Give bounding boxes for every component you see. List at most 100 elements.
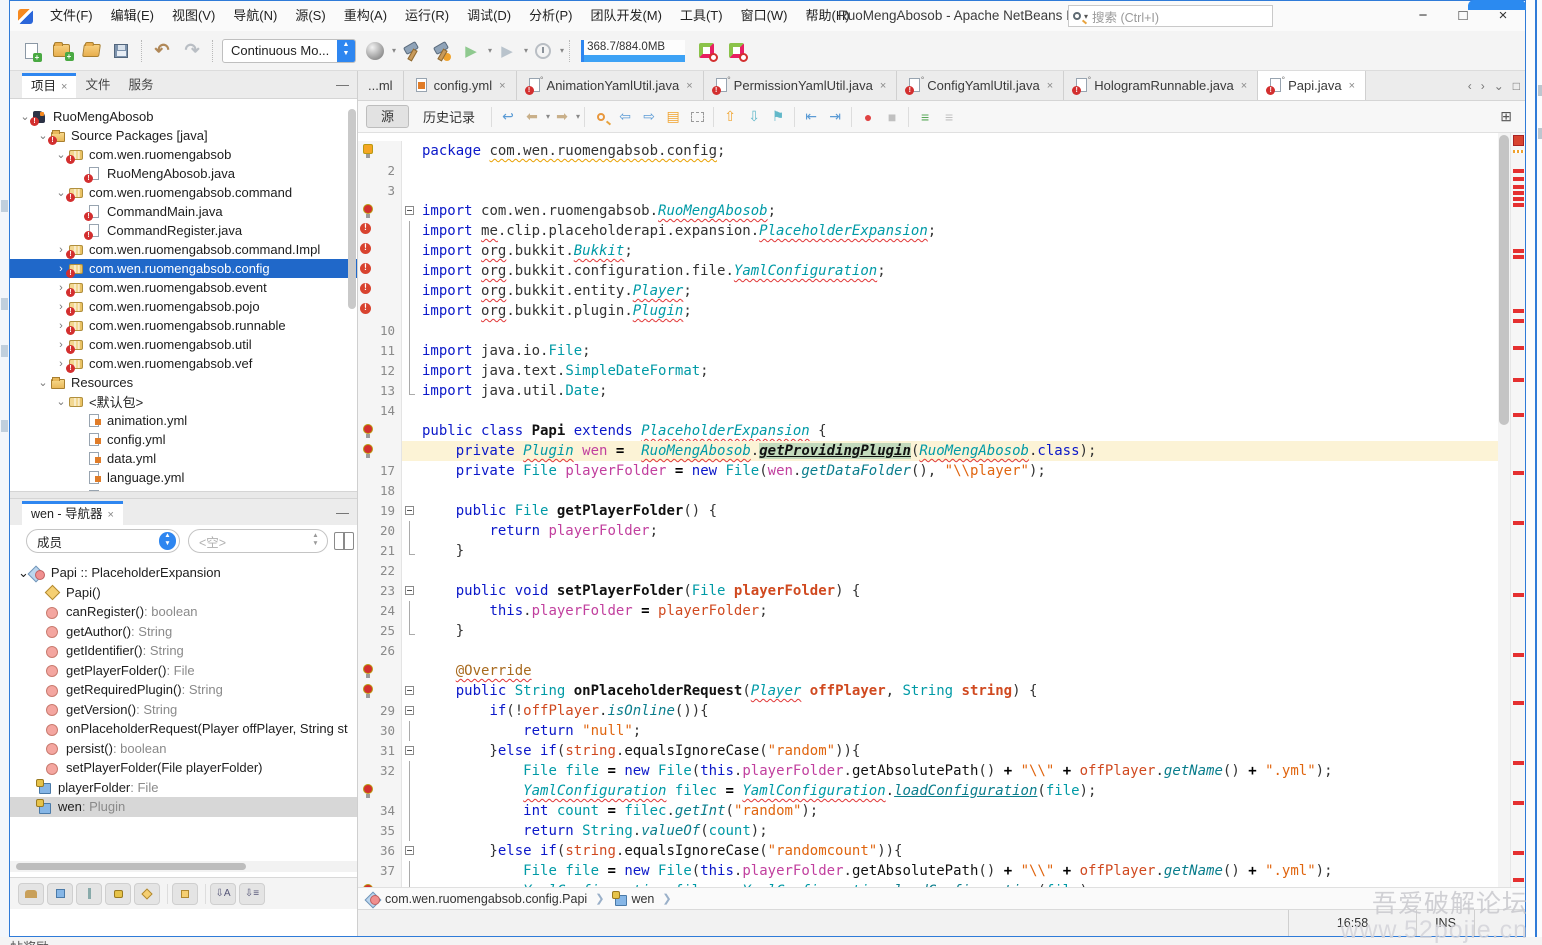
error-stripe-mark[interactable]	[1513, 701, 1524, 705]
error-stripe-mark[interactable]	[1513, 653, 1524, 657]
error-stripe-mark[interactable]	[1513, 185, 1524, 189]
gutter-cell[interactable]: 24	[358, 601, 402, 621]
hint-error-gutter-icon[interactable]	[361, 444, 374, 457]
show-static-members-button[interactable]	[76, 883, 102, 905]
set-configuration-button[interactable]	[361, 37, 389, 65]
error-stripe-mark[interactable]	[1513, 521, 1524, 525]
error-stripe-mark[interactable]	[1513, 413, 1524, 417]
gutter-cell[interactable]: 21	[358, 541, 402, 561]
tree-item[interactable]: ⌄!RuoMengAbosob	[10, 107, 357, 126]
code-line[interactable]: 22	[358, 561, 1498, 581]
navigator-item[interactable]: persist() : boolean	[10, 739, 357, 759]
code-line[interactable]: !import org.bukkit.configuration.file.Ya…	[358, 261, 1498, 281]
code-line[interactable]: 3	[358, 181, 1498, 201]
navigator-item[interactable]: wen : Plugin	[10, 797, 357, 817]
navigator-item[interactable]: playerFolder : File	[10, 778, 357, 798]
minimize-panel-icon[interactable]: —	[336, 505, 349, 520]
code-line[interactable]: 31 }else if(string.equalsIgnoreCase("ran…	[358, 741, 1498, 761]
open-project-button[interactable]	[77, 37, 105, 65]
hint-error-gutter-icon[interactable]	[361, 204, 374, 217]
gutter-cell[interactable]: 30	[358, 721, 402, 741]
fold-collapse-icon[interactable]	[405, 846, 414, 855]
error-stripe-mark[interactable]	[1513, 177, 1524, 181]
show-fields-button[interactable]	[47, 883, 73, 905]
navigator-item[interactable]: onPlaceholderRequest(Player offPlayer, S…	[10, 719, 357, 739]
forward-button[interactable]: ➡	[550, 105, 574, 129]
back-button[interactable]: ⬅	[520, 105, 544, 129]
navigator-inherit-select[interactable]: <空> ▲▼	[188, 529, 328, 553]
menu-item[interactable]: 团队开发(M)	[581, 1, 671, 31]
tree-item[interactable]: ›!com.wen.ruomengabsob.command.Impl	[10, 240, 357, 259]
tree-item[interactable]: !RuoMengAbosob.java	[10, 164, 357, 183]
navigator-view-select[interactable]: 成员 ▲▼	[26, 529, 180, 553]
toggle-highlight-button[interactable]: ▤	[661, 105, 685, 129]
gutter-cell[interactable]	[358, 681, 402, 701]
tree-item[interactable]: !CommandMain.java	[10, 202, 357, 221]
chevron-down-icon[interactable]: ▾	[524, 46, 528, 55]
gutter-cell[interactable]: 34	[358, 801, 402, 821]
fold-collapse-icon[interactable]	[405, 746, 414, 755]
comment-button[interactable]: ≡	[913, 105, 937, 129]
profiler-stop-button[interactable]	[722, 37, 750, 65]
gutter-cell[interactable]: 12	[358, 361, 402, 381]
error-stripe-mark[interactable]	[1513, 378, 1524, 382]
navigator-item[interactable]: canRegister() : boolean	[10, 602, 357, 622]
sort-by-source-button[interactable]: ⇩≡	[239, 883, 265, 905]
new-project-button[interactable]: +	[47, 37, 75, 65]
code-line[interactable]: public class Papi extends PlaceholderExp…	[358, 421, 1498, 441]
quick-search[interactable]: ▾ 搜索 (Ctrl+I)	[1068, 5, 1273, 27]
split-editor-button[interactable]: ⊞	[1500, 108, 1512, 125]
gutter-cell[interactable]	[358, 141, 402, 161]
gutter-cell[interactable]: !	[358, 221, 402, 241]
close-icon[interactable]: ×	[499, 80, 505, 92]
gutter-cell[interactable]: 13	[358, 381, 402, 401]
tree-item[interactable]: language.yml	[10, 468, 357, 487]
expander-icon[interactable]: ⌄	[54, 395, 68, 408]
code-line[interactable]: !import org.bukkit.entity.Player;	[358, 281, 1498, 301]
error-stripe-mark[interactable]	[1513, 761, 1524, 765]
code-line[interactable]: package com.wen.ruomengabsob.config;	[358, 141, 1498, 161]
fold-collapse-icon[interactable]	[405, 586, 414, 595]
filter-edit-button[interactable]	[172, 883, 198, 905]
previous-bookmark-button[interactable]: ⇧	[718, 105, 742, 129]
tree-item[interactable]: ›!com.wen.ruomengabsob.vef	[10, 354, 357, 373]
tree-item[interactable]: ⌄<默认包>	[10, 392, 357, 411]
code-line[interactable]: 17 private File playerFolder = new File(…	[358, 461, 1498, 481]
code-line[interactable]: import com.wen.ruomengabsob.RuoMengAboso…	[358, 201, 1498, 221]
code-line[interactable]: 34 int count = filec.getInt("random");	[358, 801, 1498, 821]
run-project-button[interactable]: ▶	[457, 37, 485, 65]
code-line[interactable]: !import me.clip.placeholderapi.expansion…	[358, 221, 1498, 241]
tree-item[interactable]: ⌄!com.wen.ruomengabsob.command	[10, 183, 357, 202]
navigator-columns-button[interactable]	[334, 532, 354, 550]
next-occurrence-button[interactable]: ⇨	[637, 105, 661, 129]
code-line[interactable]: 12import java.text.SimpleDateFormat;	[358, 361, 1498, 381]
error-stripe-mark[interactable]	[1513, 169, 1524, 173]
gutter-cell[interactable]: 23	[358, 581, 402, 601]
code-line[interactable]: 23 public void setPlayerFolder(File play…	[358, 581, 1498, 601]
menu-item[interactable]: 运行(R)	[396, 1, 458, 31]
editor-tab[interactable]: °!HologramRunnable.java×	[1064, 71, 1258, 100]
gutter-cell[interactable]: !	[358, 281, 402, 301]
show-inherited-members-button[interactable]	[18, 883, 44, 905]
memory-usage-indicator[interactable]: 368.7/884.0MB	[581, 40, 685, 62]
previous-occurrence-button[interactable]: ⇦	[613, 105, 637, 129]
tree-item[interactable]: animation.yml	[10, 411, 357, 430]
chevron-down-icon[interactable]: ▾	[560, 46, 564, 55]
gutter-cell[interactable]: 18	[358, 481, 402, 501]
code-line[interactable]: 35 return String.valueOf(count);	[358, 821, 1498, 841]
scrollbar-thumb[interactable]	[16, 863, 246, 870]
scrollbar-thumb[interactable]	[1499, 135, 1509, 425]
gutter-cell[interactable]: 25	[358, 621, 402, 641]
profile-project-button[interactable]	[529, 37, 557, 65]
gutter-cell[interactable]	[358, 661, 402, 681]
editor-tab[interactable]: °!Papi.java×	[1258, 71, 1366, 100]
error-stripe-mark[interactable]	[1513, 309, 1524, 313]
error-stripe-mark[interactable]	[1513, 878, 1524, 882]
debug-project-button[interactable]: ▶	[493, 37, 521, 65]
sort-alphabetically-button[interactable]: ⇩A	[210, 883, 236, 905]
error-stripe-mark[interactable]	[1513, 255, 1524, 259]
hint-error-gutter-icon[interactable]	[361, 684, 374, 697]
close-icon[interactable]: ×	[1349, 80, 1355, 92]
error-stripe[interactable]	[1510, 133, 1526, 887]
menu-item[interactable]: 文件(F)	[41, 1, 102, 31]
